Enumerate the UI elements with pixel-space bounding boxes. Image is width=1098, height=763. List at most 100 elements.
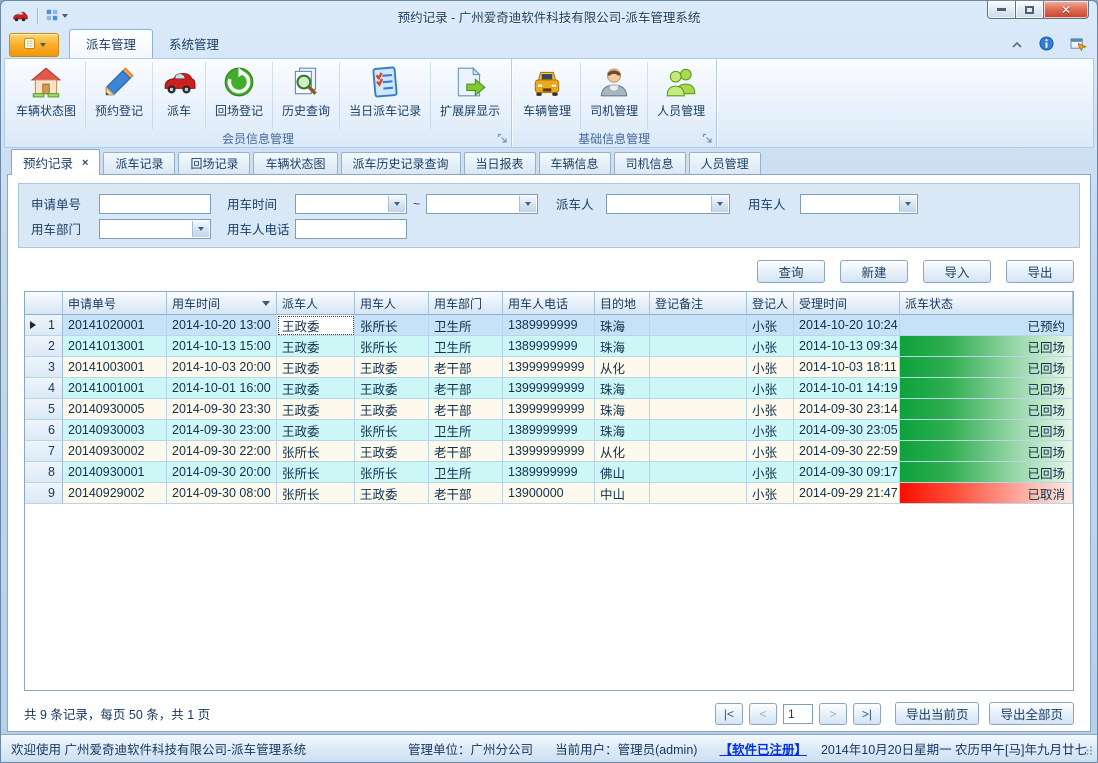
cell-registrar[interactable]: 小张 — [747, 399, 794, 420]
cell-phone[interactable]: 1389999999 — [503, 420, 595, 441]
sort-filter-icon[interactable] — [262, 301, 270, 306]
doc-tab-当日报表[interactable]: 当日报表 — [464, 152, 536, 174]
cell-remark[interactable] — [650, 420, 747, 441]
resize-grip[interactable] — [1083, 744, 1093, 758]
cell-user[interactable]: 王政委 — [355, 441, 429, 462]
use-time-from-combo[interactable] — [295, 194, 407, 214]
maximize-button[interactable] — [1016, 1, 1043, 19]
cell-status[interactable]: 已回场 — [900, 399, 1073, 420]
doc-tab-人员管理[interactable]: 人员管理 — [689, 152, 761, 174]
doc-tab-回场记录[interactable]: 回场记录 — [178, 152, 250, 174]
ribbon-button-checklist[interactable]: 当日派车记录 — [340, 62, 431, 129]
cell-user[interactable]: 张所长 — [355, 420, 429, 441]
cell-dispatcher[interactable]: 王政委 — [277, 378, 355, 399]
cell-request_no[interactable]: 20141001001 — [63, 378, 167, 399]
column-header-destination[interactable]: 目的地 — [595, 292, 650, 315]
ribbon-tab-2[interactable]: 系统管理 — [153, 30, 235, 58]
cell-request_no[interactable]: 20141013001 — [63, 336, 167, 357]
column-header-dispatcher[interactable]: 派车人 — [277, 292, 355, 315]
ribbon-button-recycle[interactable]: 回场登记 — [206, 62, 273, 129]
cell-phone[interactable]: 13900000 — [503, 483, 595, 504]
cell-user[interactable]: 王政委 — [355, 483, 429, 504]
export-button[interactable]: 导出 — [1006, 260, 1074, 283]
ribbon-button-extend-screen[interactable]: 扩展屏显示 — [431, 62, 509, 129]
table-row[interactable]: 3201410030012014-10-03 20:00王政委王政委老干部139… — [25, 357, 1073, 378]
cell-use_time[interactable]: 2014-10-01 16:00 — [167, 378, 277, 399]
table-row[interactable]: 4201410010012014-10-01 16:00王政委王政委老干部139… — [25, 378, 1073, 399]
table-row[interactable]: 5201409300052014-09-30 23:30王政委王政委老干部139… — [25, 399, 1073, 420]
column-header-request_no[interactable]: 申请单号 — [63, 292, 167, 315]
cell-destination[interactable]: 珠海 — [595, 336, 650, 357]
cell-remark[interactable] — [650, 378, 747, 399]
cell-indicator[interactable]: 9 — [25, 483, 63, 504]
cell-indicator[interactable]: 4 — [25, 378, 63, 399]
cell-destination[interactable]: 珠海 — [595, 420, 650, 441]
cell-registrar[interactable]: 小张 — [747, 336, 794, 357]
cell-accept_time[interactable]: 2014-10-20 10:24 — [794, 315, 900, 336]
cell-use_time[interactable]: 2014-09-30 22:00 — [167, 441, 277, 462]
cell-registrar[interactable]: 小张 — [747, 378, 794, 399]
phone-input[interactable] — [295, 219, 407, 239]
cell-department[interactable]: 卫生所 — [429, 462, 503, 483]
cell-remark[interactable] — [650, 399, 747, 420]
cell-destination[interactable]: 从化 — [595, 441, 650, 462]
cell-accept_time[interactable]: 2014-10-13 09:34 — [794, 336, 900, 357]
cell-request_no[interactable]: 20141003001 — [63, 357, 167, 378]
export-all-pages-button[interactable]: 导出全部页 — [989, 702, 1074, 725]
cell-destination[interactable]: 珠海 — [595, 399, 650, 420]
cell-registrar[interactable]: 小张 — [747, 315, 794, 336]
column-header-department[interactable]: 用车部门 — [429, 292, 503, 315]
cell-indicator[interactable]: 2 — [25, 336, 63, 357]
doc-tab-车辆信息[interactable]: 车辆信息 — [539, 152, 611, 174]
minimize-button[interactable] — [987, 1, 1016, 19]
chevron-down-icon[interactable] — [519, 196, 536, 212]
cell-remark[interactable] — [650, 483, 747, 504]
table-row[interactable]: 9201409290022014-09-30 08:00张所长王政委老干部139… — [25, 483, 1073, 504]
column-header-accept_time[interactable]: 受理时间 — [794, 292, 900, 315]
cell-accept_time[interactable]: 2014-10-01 14:19 — [794, 378, 900, 399]
cell-department[interactable]: 卫生所 — [429, 336, 503, 357]
user-combo[interactable] — [800, 194, 918, 214]
cell-remark[interactable] — [650, 441, 747, 462]
cell-accept_time[interactable]: 2014-09-30 23:14 — [794, 399, 900, 420]
cell-use_time[interactable]: 2014-10-13 15:00 — [167, 336, 277, 357]
cell-request_no[interactable]: 20140930002 — [63, 441, 167, 462]
cell-phone[interactable]: 1389999999 — [503, 315, 595, 336]
department-combo[interactable] — [99, 219, 211, 239]
cell-destination[interactable]: 中山 — [595, 483, 650, 504]
cell-use_time[interactable]: 2014-09-30 23:00 — [167, 420, 277, 441]
cell-department[interactable]: 老干部 — [429, 357, 503, 378]
chevron-down-icon[interactable] — [192, 221, 209, 237]
column-header-indicator[interactable] — [25, 292, 63, 315]
cell-remark[interactable] — [650, 315, 747, 336]
request-no-input[interactable] — [99, 194, 211, 214]
cell-destination[interactable]: 珠海 — [595, 315, 650, 336]
cell-dispatcher[interactable]: 王政委 — [277, 357, 355, 378]
cell-department[interactable]: 卫生所 — [429, 315, 503, 336]
cell-request_no[interactable]: 20140930003 — [63, 420, 167, 441]
ribbon-button-people[interactable]: 人员管理 — [648, 62, 714, 129]
cell-use_time[interactable]: 2014-09-30 20:00 — [167, 462, 277, 483]
cell-status[interactable]: 已回场 — [900, 441, 1073, 462]
ribbon-button-history-search[interactable]: 历史查询 — [273, 62, 340, 129]
table-row[interactable]: 8201409300012014-09-30 20:00张所长张所长卫生所138… — [25, 462, 1073, 483]
first-page-button[interactable]: |< — [715, 703, 743, 725]
cell-status[interactable]: 已回场 — [900, 378, 1073, 399]
cell-accept_time[interactable]: 2014-10-03 18:11 — [794, 357, 900, 378]
cell-registrar[interactable]: 小张 — [747, 441, 794, 462]
export-current-page-button[interactable]: 导出当前页 — [895, 702, 980, 725]
cell-status[interactable]: 已取消 — [900, 483, 1073, 504]
cell-indicator[interactable]: 1 — [25, 315, 63, 336]
cell-indicator[interactable]: 3 — [25, 357, 63, 378]
cell-phone[interactable]: 13999999999 — [503, 378, 595, 399]
tab-close-icon[interactable]: × — [82, 157, 88, 169]
query-button[interactable]: 查询 — [757, 260, 825, 283]
cell-destination[interactable]: 从化 — [595, 357, 650, 378]
cell-use_time[interactable]: 2014-10-03 20:00 — [167, 357, 277, 378]
cell-status[interactable]: 已预约 — [900, 315, 1073, 336]
dialog-launcher-icon[interactable] — [497, 133, 508, 144]
license-link[interactable]: 【软件已注册】 — [719, 739, 807, 758]
cell-phone[interactable]: 13999999999 — [503, 441, 595, 462]
cell-status[interactable]: 已回场 — [900, 336, 1073, 357]
last-page-button[interactable]: >| — [853, 703, 881, 725]
